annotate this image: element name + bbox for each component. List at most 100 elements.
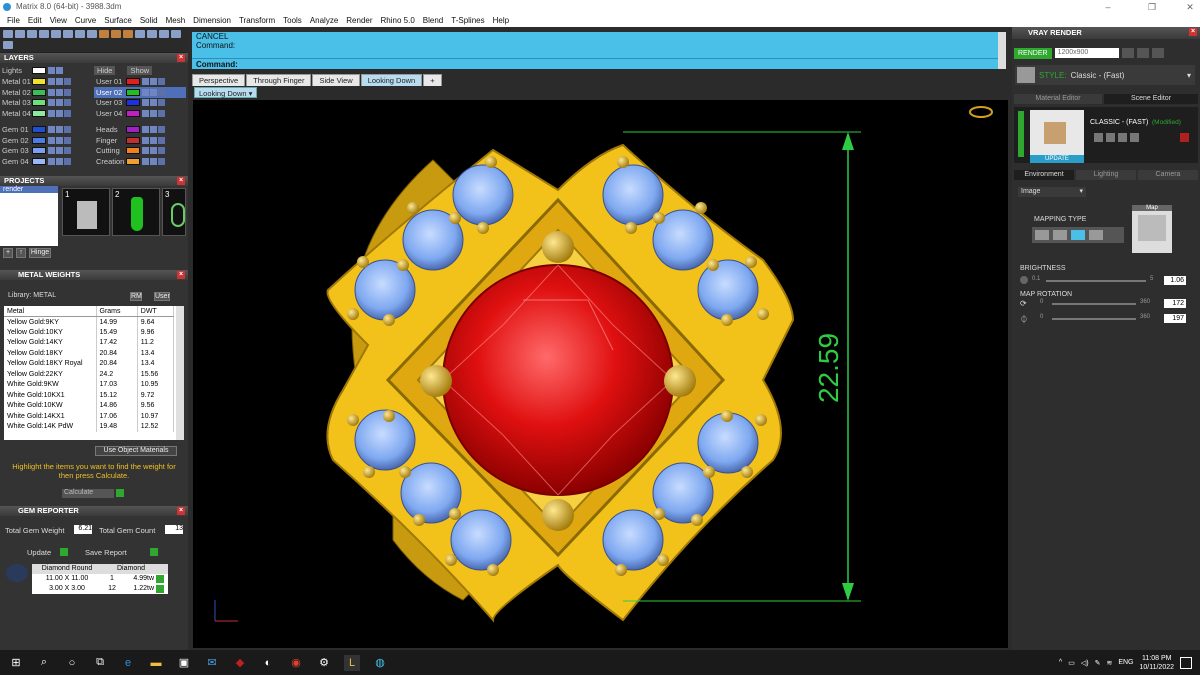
lock-icon[interactable]: [142, 157, 149, 165]
tab-perspective[interactable]: Perspective: [192, 74, 246, 86]
menu-file[interactable]: File: [3, 14, 24, 27]
layer-color-swatch[interactable]: [126, 157, 140, 165]
visibility-icon[interactable]: [150, 99, 157, 107]
3d-viewport-canvas[interactable]: 22.59: [193, 100, 1008, 648]
tool-icon[interactable]: [159, 30, 169, 38]
visibility-icon[interactable]: [56, 99, 63, 107]
menu-help[interactable]: Help: [489, 14, 513, 27]
close-icon[interactable]: ×: [177, 177, 185, 185]
chrome-icon[interactable]: ◉: [288, 655, 304, 671]
table-row[interactable]: White Gold:9KW 17.03 10.95: [4, 379, 175, 390]
layer-color-swatch[interactable]: [32, 88, 46, 96]
lock-icon[interactable]: [48, 136, 55, 144]
tab-material-editor[interactable]: Material Editor: [1014, 94, 1102, 104]
table-row[interactable]: Yellow Gold:22KY 24.2 15.56: [4, 369, 175, 380]
rhino-icon[interactable]: ◐: [260, 655, 276, 671]
column-header[interactable]: Metal: [4, 306, 97, 317]
tool-icon[interactable]: [15, 30, 25, 38]
material-action-icon[interactable]: [1094, 133, 1103, 142]
render-button[interactable]: RENDER: [1014, 47, 1052, 59]
save-report-button[interactable]: [150, 548, 158, 556]
tab-camera[interactable]: Camera: [1138, 170, 1198, 180]
tool-icon[interactable]: [111, 30, 121, 38]
edge-icon[interactable]: e: [120, 655, 136, 671]
close-icon[interactable]: ×: [177, 271, 185, 279]
layer-toggle-icon[interactable]: [158, 157, 165, 165]
tab-environment[interactable]: Environment: [1014, 170, 1074, 180]
visibility-icon[interactable]: [150, 157, 157, 165]
maximize-button[interactable]: ❐: [1142, 0, 1162, 14]
visibility-icon[interactable]: [150, 147, 157, 155]
lock-icon[interactable]: [48, 109, 55, 117]
layer-color-swatch[interactable]: [126, 147, 140, 155]
visibility-icon[interactable]: [150, 136, 157, 144]
column-header[interactable]: DWT: [137, 306, 175, 317]
layer-color-swatch[interactable]: [126, 88, 140, 96]
minimize-button[interactable]: –: [1098, 0, 1118, 14]
tab-lighting[interactable]: Lighting: [1076, 170, 1136, 180]
select-gem-button[interactable]: [156, 585, 164, 593]
layer-color-swatch[interactable]: [126, 78, 140, 86]
layer-row-selected[interactable]: User 02: [94, 87, 186, 98]
brightness-value[interactable]: 1.06: [1164, 276, 1186, 285]
layer-toggle-icon[interactable]: [158, 99, 165, 107]
menu-blend[interactable]: Blend: [419, 14, 447, 27]
mail-icon[interactable]: ✉: [204, 655, 220, 671]
user-button[interactable]: User: [154, 292, 170, 301]
menu-mesh[interactable]: Mesh: [162, 14, 190, 27]
table-row[interactable]: Yellow Gold:18KY Royal 20.84 13.4: [4, 358, 175, 369]
menu-curve[interactable]: Curve: [71, 14, 100, 27]
tool-icon[interactable]: [63, 30, 73, 38]
layer-toggle-icon[interactable]: [64, 157, 71, 165]
menu-transform[interactable]: Transform: [235, 14, 279, 27]
material-action-icon[interactable]: [1106, 133, 1115, 142]
visibility-icon[interactable]: [150, 109, 157, 117]
hide-button[interactable]: Hide: [94, 65, 116, 75]
cortana-icon[interactable]: ○: [64, 655, 80, 671]
table-row[interactable]: 3.00 X 3.00 12 1.22tw: [32, 584, 168, 594]
tool-icon[interactable]: [75, 30, 85, 38]
close-icon[interactable]: ×: [177, 54, 185, 62]
layer-row[interactable]: Gem 01: [0, 125, 94, 136]
layer-row[interactable]: User 01: [94, 77, 186, 88]
lock-icon[interactable]: [142, 147, 149, 155]
visibility-icon[interactable]: [56, 157, 63, 165]
hinge-button[interactable]: Hinge: [29, 248, 51, 258]
add-tab-button[interactable]: +: [423, 74, 442, 86]
tool-icon[interactable]: [51, 30, 61, 38]
tool-icon[interactable]: [3, 40, 13, 49]
layer-row[interactable]: User 03: [94, 98, 186, 109]
rotation2-value[interactable]: 197: [1164, 314, 1186, 323]
visibility-icon[interactable]: [56, 126, 63, 134]
tab-side-view[interactable]: Side View: [312, 74, 360, 86]
language-indicator[interactable]: ENG: [1118, 659, 1133, 666]
layer-toggle-icon[interactable]: [64, 99, 71, 107]
layer-color-swatch[interactable]: [32, 126, 46, 134]
wifi-icon[interactable]: ≋: [1106, 659, 1112, 667]
visibility-icon[interactable]: [150, 88, 157, 96]
brightness-slider[interactable]: [1046, 280, 1146, 282]
tool-icon[interactable]: [135, 30, 145, 38]
close-icon[interactable]: ×: [177, 507, 185, 515]
layer-toggle-icon[interactable]: [158, 109, 165, 117]
rm-button[interactable]: RM: [130, 292, 142, 301]
menu-tools[interactable]: Tools: [279, 14, 306, 27]
lock-icon[interactable]: [48, 66, 55, 74]
command-input[interactable]: Command:: [192, 58, 998, 69]
up-project-button[interactable]: ↑: [16, 248, 26, 258]
show-button[interactable]: Show: [127, 65, 153, 75]
table-row[interactable]: Yellow Gold:9KY 14.99 9.64: [4, 316, 175, 327]
viewport-name-dropdown[interactable]: Looking Down ▾: [194, 87, 258, 98]
lock-icon[interactable]: [142, 99, 149, 107]
material-update-button[interactable]: UPDATE: [1030, 155, 1084, 163]
environment-type-select[interactable]: Image ▾: [1018, 187, 1086, 197]
tab-through-finger[interactable]: Through Finger: [246, 74, 312, 86]
matrix-icon[interactable]: L: [344, 654, 360, 671]
network-icon[interactable]: ▭: [1068, 659, 1075, 667]
tool-icon[interactable]: [123, 30, 133, 38]
lock-icon[interactable]: [142, 109, 149, 117]
menu-edit[interactable]: Edit: [24, 14, 46, 27]
tool-icon[interactable]: [27, 30, 37, 38]
layer-color-swatch[interactable]: [32, 99, 46, 107]
material-action-icon[interactable]: [1118, 133, 1127, 142]
